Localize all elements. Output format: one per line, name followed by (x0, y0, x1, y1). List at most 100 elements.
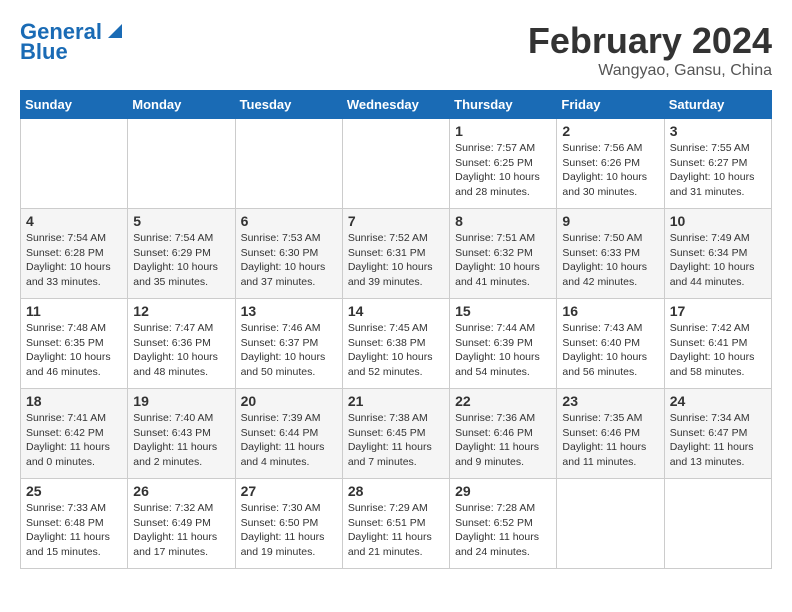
calendar-cell: 18Sunrise: 7:41 AM Sunset: 6:42 PM Dayli… (21, 389, 128, 479)
day-info: Sunrise: 7:28 AM Sunset: 6:52 PM Dayligh… (455, 501, 551, 560)
calendar-cell: 12 Sunrise: 7:47 AM Sunset: 6:36 PM Dayli… (128, 299, 235, 389)
day-info: Sunrise: 7:53 AM Sunset: 6:30 PM Dayligh… (241, 231, 337, 290)
day-info: Sunrise: 7:56 AM Sunset: 6:26 PM Dayligh… (562, 141, 658, 200)
logo-text2: Blue (20, 40, 68, 64)
calendar-cell: 4 Sunrise: 7:54 AM Sunset: 6:28 PM Daylig… (21, 209, 128, 299)
day-number: 10 (670, 213, 766, 229)
calendar-table: SundayMondayTuesdayWednesdayThursdayFrid… (20, 90, 772, 569)
calendar-cell (21, 119, 128, 209)
day-number: 8 (455, 213, 551, 229)
calendar-cell: 13 Sunrise: 7:46 AM Sunset: 6:37 PM Dayli… (235, 299, 342, 389)
calendar-cell: 16 Sunrise: 7:43 AM Sunset: 6:40 PM Dayli… (557, 299, 664, 389)
day-number: 6 (241, 213, 337, 229)
day-info: Sunrise: 7:40 AM Sunset: 6:43 PM Dayligh… (133, 411, 229, 470)
calendar-cell: 7Sunrise: 7:52 AM Sunset: 6:31 PM Daylig… (342, 209, 449, 299)
day-number: 22 (455, 393, 551, 409)
calendar-cell: 25 Sunrise: 7:33 AM Sunset: 6:48 PM Dayli… (21, 479, 128, 569)
weekday-header: Wednesday (342, 91, 449, 119)
calendar-cell: 1 Sunrise: 7:57 AM Sunset: 6:25 PM Daylig… (450, 119, 557, 209)
day-info: Sunrise: 7:43 AM Sunset: 6:40 PM Dayligh… (562, 321, 658, 380)
day-number: 16 (562, 303, 658, 319)
day-info: Sunrise: 7:57 AM Sunset: 6:25 PM Dayligh… (455, 141, 551, 200)
day-number: 28 (348, 483, 444, 499)
day-number: 14 (348, 303, 444, 319)
day-info: Sunrise: 7:54 AM Sunset: 6:29 PM Dayligh… (133, 231, 229, 290)
calendar-cell: 6 Sunrise: 7:53 AM Sunset: 6:30 PM Daylig… (235, 209, 342, 299)
day-number: 2 (562, 123, 658, 139)
day-number: 29 (455, 483, 551, 499)
day-info: Sunrise: 7:42 AM Sunset: 6:41 PM Dayligh… (670, 321, 766, 380)
day-number: 21 (348, 393, 444, 409)
day-number: 1 (455, 123, 551, 139)
calendar-cell: 20 Sunrise: 7:39 AM Sunset: 6:44 PM Dayli… (235, 389, 342, 479)
day-info: Sunrise: 7:39 AM Sunset: 6:44 PM Dayligh… (241, 411, 337, 470)
calendar-cell: 23 Sunrise: 7:35 AM Sunset: 6:46 PM Dayli… (557, 389, 664, 479)
page-header: General Blue February 2024 Wangyao, Gans… (20, 20, 772, 80)
day-info: Sunrise: 7:47 AM Sunset: 6:36 PM Dayligh… (133, 321, 229, 380)
calendar-cell (557, 479, 664, 569)
day-info: Sunrise: 7:30 AM Sunset: 6:50 PM Dayligh… (241, 501, 337, 560)
calendar-cell: 10 Sunrise: 7:49 AM Sunset: 6:34 PM Dayli… (664, 209, 771, 299)
calendar-cell: 21 Sunrise: 7:38 AM Sunset: 6:45 PM Dayli… (342, 389, 449, 479)
day-info: Sunrise: 7:32 AM Sunset: 6:49 PM Dayligh… (133, 501, 229, 560)
day-info: Sunrise: 7:54 AM Sunset: 6:28 PM Dayligh… (26, 231, 122, 290)
title-block: February 2024 Wangyao, Gansu, China (528, 20, 772, 80)
day-number: 25 (26, 483, 122, 499)
day-number: 9 (562, 213, 658, 229)
logo: General Blue (20, 20, 126, 64)
day-number: 5 (133, 213, 229, 229)
day-number: 12 (133, 303, 229, 319)
day-info: Sunrise: 7:51 AM Sunset: 6:32 PM Dayligh… (455, 231, 551, 290)
day-number: 15 (455, 303, 551, 319)
logo-icon (104, 20, 126, 42)
calendar-cell: 5 Sunrise: 7:54 AM Sunset: 6:29 PM Daylig… (128, 209, 235, 299)
calendar-cell: 3 Sunrise: 7:55 AM Sunset: 6:27 PM Daylig… (664, 119, 771, 209)
calendar-cell (664, 479, 771, 569)
weekday-header: Sunday (21, 91, 128, 119)
day-info: Sunrise: 7:35 AM Sunset: 6:46 PM Dayligh… (562, 411, 658, 470)
weekday-header: Thursday (450, 91, 557, 119)
day-number: 3 (670, 123, 766, 139)
calendar-cell: 28 Sunrise: 7:29 AM Sunset: 6:51 PM Dayli… (342, 479, 449, 569)
day-number: 19 (133, 393, 229, 409)
weekday-header: Friday (557, 91, 664, 119)
day-info: Sunrise: 7:38 AM Sunset: 6:45 PM Dayligh… (348, 411, 444, 470)
calendar-cell (235, 119, 342, 209)
calendar-cell (128, 119, 235, 209)
day-number: 13 (241, 303, 337, 319)
day-info: Sunrise: 7:34 AM Sunset: 6:47 PM Dayligh… (670, 411, 766, 470)
day-number: 23 (562, 393, 658, 409)
day-info: Sunrise: 7:45 AM Sunset: 6:38 PM Dayligh… (348, 321, 444, 380)
day-number: 26 (133, 483, 229, 499)
day-info: Sunrise: 7:36 AM Sunset: 6:46 PM Dayligh… (455, 411, 551, 470)
weekday-header: Saturday (664, 91, 771, 119)
day-number: 27 (241, 483, 337, 499)
day-info: Sunrise: 7:46 AM Sunset: 6:37 PM Dayligh… (241, 321, 337, 380)
calendar-cell: 22 Sunrise: 7:36 AM Sunset: 6:46 PM Dayli… (450, 389, 557, 479)
day-info: Sunrise: 7:29 AM Sunset: 6:51 PM Dayligh… (348, 501, 444, 560)
day-info: Sunrise: 7:50 AM Sunset: 6:33 PM Dayligh… (562, 231, 658, 290)
day-info: Sunrise: 7:52 AM Sunset: 6:31 PM Dayligh… (348, 231, 444, 290)
weekday-header: Tuesday (235, 91, 342, 119)
day-number: 17 (670, 303, 766, 319)
month-year: February 2024 (528, 20, 772, 62)
day-info: Sunrise: 7:48 AM Sunset: 6:35 PM Dayligh… (26, 321, 122, 380)
calendar-cell (342, 119, 449, 209)
day-info: Sunrise: 7:44 AM Sunset: 6:39 PM Dayligh… (455, 321, 551, 380)
day-number: 20 (241, 393, 337, 409)
day-info: Sunrise: 7:33 AM Sunset: 6:48 PM Dayligh… (26, 501, 122, 560)
calendar-cell: 17 Sunrise: 7:42 AM Sunset: 6:41 PM Dayli… (664, 299, 771, 389)
day-info: Sunrise: 7:55 AM Sunset: 6:27 PM Dayligh… (670, 141, 766, 200)
calendar-cell: 15 Sunrise: 7:44 AM Sunset: 6:39 PM Dayli… (450, 299, 557, 389)
calendar-cell: 24Sunrise: 7:34 AM Sunset: 6:47 PM Dayli… (664, 389, 771, 479)
day-info: Sunrise: 7:49 AM Sunset: 6:34 PM Dayligh… (670, 231, 766, 290)
calendar-cell: 19 Sunrise: 7:40 AM Sunset: 6:43 PM Dayli… (128, 389, 235, 479)
calendar-cell: 29 Sunrise: 7:28 AM Sunset: 6:52 PM Dayli… (450, 479, 557, 569)
calendar-cell: 2 Sunrise: 7:56 AM Sunset: 6:26 PM Daylig… (557, 119, 664, 209)
weekday-header: Monday (128, 91, 235, 119)
day-number: 4 (26, 213, 122, 229)
calendar-cell: 8 Sunrise: 7:51 AM Sunset: 6:32 PM Daylig… (450, 209, 557, 299)
calendar-cell: 14 Sunrise: 7:45 AM Sunset: 6:38 PM Dayli… (342, 299, 449, 389)
calendar-cell: 9 Sunrise: 7:50 AM Sunset: 6:33 PM Daylig… (557, 209, 664, 299)
day-number: 18 (26, 393, 122, 409)
